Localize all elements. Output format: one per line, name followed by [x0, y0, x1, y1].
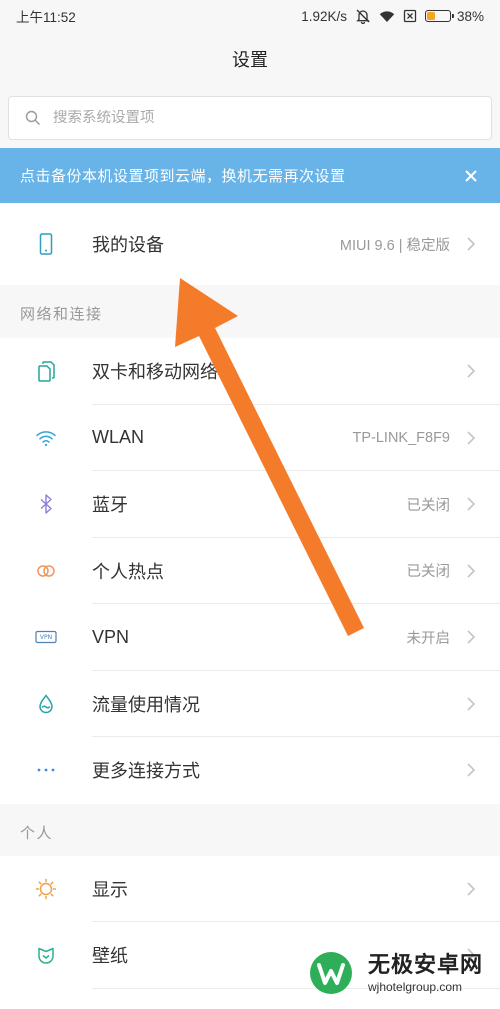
chevron-right-icon [466, 696, 476, 712]
row-value: 已关闭 [406, 497, 451, 514]
bluetooth-icon [0, 492, 92, 516]
watermark-url: wjhotelgroup.com [368, 980, 463, 994]
settings-row-wlan[interactable]: WLAN TP-LINK_F8F9 [0, 404, 500, 471]
wallpaper-icon [0, 943, 92, 967]
row-label: WLAN [92, 427, 145, 448]
watermark-text: 无极安卓网 wjhotelgroup.com [368, 952, 483, 994]
no-sim-icon [403, 9, 417, 23]
row-label: 更多连接方式 [92, 761, 200, 782]
chevron-right-icon [466, 363, 476, 379]
vpn-icon-label: VPN [40, 634, 52, 641]
row-label: 我的设备 [92, 235, 164, 255]
status-bar: 上午11:52 1.92K/s 38% [0, 0, 500, 32]
hotspot-icon [0, 559, 92, 583]
section-header-personal: 个人 [0, 804, 500, 856]
chevron-right-icon [466, 881, 476, 897]
wuji-logo [308, 950, 354, 996]
settings-row-display[interactable]: 显示 [0, 855, 500, 922]
status-time: 上午11:52 [16, 10, 76, 25]
silent-mode-icon [355, 8, 371, 24]
page-title: 设置 [232, 50, 268, 70]
search-area [0, 88, 500, 148]
more-icon [0, 758, 92, 782]
title-bar: 设置 [0, 32, 500, 88]
search-icon [25, 110, 41, 126]
chevron-right-icon [466, 236, 476, 252]
row-label: 蓝牙 [92, 495, 128, 516]
row-value: 已关闭 [406, 564, 451, 581]
search-box[interactable] [8, 96, 492, 140]
row-value: TP-LINK_F8F9 [352, 429, 451, 446]
watermark: 无极安卓网 wjhotelgroup.com [308, 950, 483, 996]
vpn-icon: VPN [0, 625, 92, 649]
settings-row-hotspot[interactable]: 个人热点 已关闭 [0, 537, 500, 604]
row-label: 双卡和移动网络 [92, 362, 218, 383]
row-label: 显示 [92, 879, 128, 900]
settings-row-data-usage[interactable]: 流量使用情况 [0, 670, 500, 737]
battery-percent: 38% [456, 8, 484, 24]
dual-sim-icon [0, 359, 92, 383]
row-label: 流量使用情况 [92, 694, 200, 715]
phone-icon [0, 232, 92, 256]
battery-level-fill [426, 12, 436, 20]
section-title: 网络和连接 [20, 306, 103, 323]
settings-row-vpn[interactable]: VPN VPN 未开启 [0, 604, 500, 671]
network-speed: 1.92K/s [301, 8, 347, 24]
wifi-icon [0, 426, 92, 450]
settings-row-more-connections[interactable]: 更多连接方式 [0, 737, 500, 804]
display-icon [0, 877, 92, 901]
chevron-right-icon [466, 762, 476, 778]
section-header-network: 网络和连接 [0, 285, 500, 338]
banner-text: 点击备份本机设置项到云端，换机无需再次设置 [20, 168, 346, 185]
row-value: MIUI 9.6 | 稳定版 [339, 237, 450, 254]
search-input[interactable] [53, 110, 491, 126]
chevron-right-icon [466, 563, 476, 579]
close-icon[interactable] [464, 169, 478, 183]
section-title: 个人 [20, 824, 54, 842]
row-value: 未开启 [406, 630, 451, 647]
wifi-icon [379, 8, 395, 24]
row-label: 个人热点 [92, 561, 164, 582]
row-label: VPN [92, 626, 130, 647]
settings-row-bluetooth[interactable]: 蓝牙 已关闭 [0, 471, 500, 538]
chevron-right-icon [466, 629, 476, 645]
battery-icon [424, 10, 454, 22]
my-device-row[interactable]: 我的设备 MIUI 9.6 | 稳定版 [0, 203, 500, 285]
settings-row-dual-sim[interactable]: 双卡和移动网络 [0, 338, 500, 405]
backup-banner[interactable]: 点击备份本机设置项到云端，换机无需再次设置 [0, 148, 500, 203]
watermark-name: 无极安卓网 [368, 952, 484, 977]
status-indicators: 1.92K/s 38% [301, 8, 484, 24]
chevron-right-icon [466, 430, 476, 446]
chevron-right-icon [466, 496, 476, 512]
data-usage-icon [0, 692, 92, 716]
